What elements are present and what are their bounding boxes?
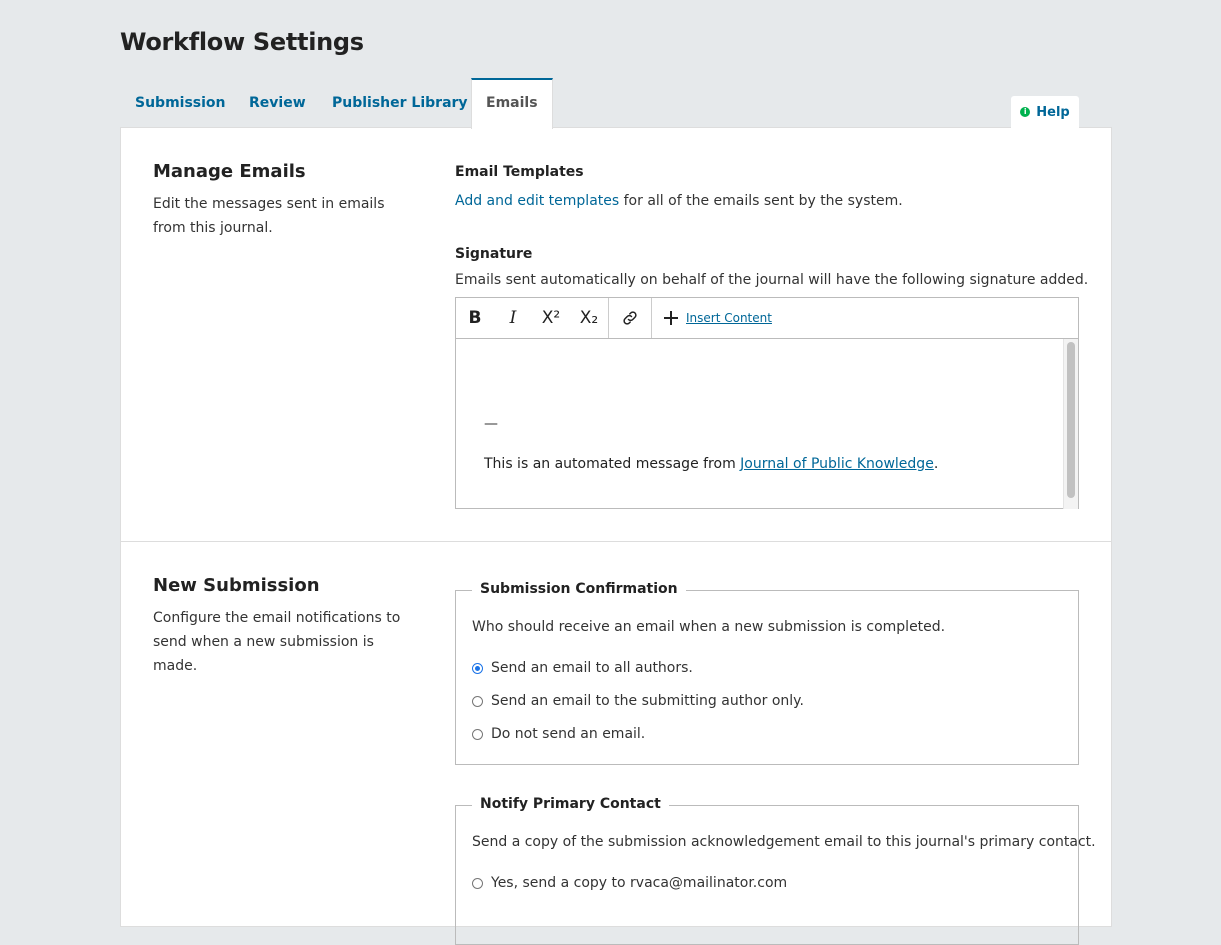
bold-icon: B xyxy=(468,308,482,328)
italic-icon: I xyxy=(509,308,517,328)
radio-button[interactable] xyxy=(472,695,483,707)
radio-button[interactable] xyxy=(472,662,483,674)
toolbar-divider xyxy=(651,298,652,338)
radio-option-all-authors[interactable]: Send an email to all authors. xyxy=(472,660,693,676)
notify-primary-contact-question: Send a copy of the submission acknowledg… xyxy=(472,834,1096,850)
insert-content-button[interactable]: Insert Content xyxy=(662,309,772,327)
signature-description: Emails sent automatically on behalf of t… xyxy=(455,272,1089,288)
new-submission-heading: New Submission xyxy=(153,575,320,596)
manage-emails-heading: Manage Emails xyxy=(153,161,306,182)
email-templates-suffix: for all of the emails sent by the system… xyxy=(619,193,903,209)
radio-label: Send an email to the submitting author o… xyxy=(491,693,804,709)
section-divider xyxy=(121,541,1111,542)
signature-editor[interactable]: B I X² X₂ Insert Content — This is an au… xyxy=(455,297,1079,509)
editor-toolbar: B I X² X₂ Insert Content xyxy=(456,298,1078,339)
radio-button[interactable] xyxy=(472,877,483,889)
tab-publisher-library[interactable]: Publisher Library xyxy=(332,78,468,128)
editor-content-area[interactable]: — This is an automated message from Jour… xyxy=(456,339,1078,509)
radio-option-no-email[interactable]: Do not send an email. xyxy=(472,726,645,742)
notify-primary-contact-fieldset: Notify Primary Contact Send a copy of th… xyxy=(455,796,1096,945)
edit-templates-link[interactable]: Add and edit templates xyxy=(455,193,619,209)
radio-option-submitting-author[interactable]: Send an email to the submitting author o… xyxy=(472,693,804,709)
email-templates-label: Email Templates xyxy=(455,164,584,180)
radio-label: Do not send an email. xyxy=(491,726,646,742)
submission-confirmation-question: Who should receive an email when a new s… xyxy=(472,619,946,635)
editor-scrollbar[interactable] xyxy=(1063,339,1078,509)
submission-confirmation-legend: Submission Confirmation xyxy=(472,581,686,597)
insert-content-label: Insert Content xyxy=(686,311,772,325)
journal-link[interactable]: Journal of Public Knowledge xyxy=(740,456,934,472)
tab-review[interactable]: Review xyxy=(249,78,306,128)
radio-option-send-copy[interactable]: Yes, send a copy to rvaca@mailinator.com xyxy=(472,875,787,891)
tab-submission[interactable]: Submission xyxy=(135,78,226,128)
signature-dash: — xyxy=(484,416,498,432)
info-icon: i xyxy=(1020,107,1031,117)
subscript-icon: X₂ xyxy=(579,308,599,328)
manage-emails-description: Edit the messages sent in emails from th… xyxy=(153,196,385,236)
signature-label: Signature xyxy=(455,246,533,262)
superscript-icon: X² xyxy=(541,308,561,328)
help-label: Help xyxy=(1036,104,1070,120)
superscript-button[interactable]: X² xyxy=(532,298,570,338)
email-templates-text: Add and edit templates for all of the em… xyxy=(455,193,903,209)
link-icon xyxy=(623,311,637,325)
page-title: Workflow Settings xyxy=(120,28,364,56)
signature-suffix: . xyxy=(933,456,939,472)
settings-panel: Manage Emails Edit the messages sent in … xyxy=(120,127,1112,945)
signature-prefix: This is an automated message from xyxy=(484,456,741,472)
notify-primary-contact-legend: Notify Primary Contact xyxy=(472,796,669,812)
plus-icon xyxy=(664,311,678,325)
submission-confirmation-fieldset: Submission Confirmation Who should recei… xyxy=(455,581,1079,765)
tab-emails[interactable]: Emails xyxy=(471,78,553,129)
radio-label: Yes, send a copy to rvaca@mailinator.com xyxy=(491,875,788,891)
radio-button[interactable] xyxy=(472,728,483,740)
bold-button[interactable]: B xyxy=(456,298,494,338)
help-button[interactable]: i Help xyxy=(1011,96,1079,128)
signature-message: This is an automated message from Journa… xyxy=(484,456,938,472)
tab-bar: Submission Review Publisher Library Emai… xyxy=(120,78,1112,129)
editor-scrollbar-thumb[interactable] xyxy=(1067,342,1075,498)
subscript-button[interactable]: X₂ xyxy=(570,298,608,338)
link-button[interactable] xyxy=(609,298,651,338)
italic-button[interactable]: I xyxy=(494,298,532,338)
radio-label: Send an email to all authors. xyxy=(491,660,693,676)
new-submission-description: Configure the email notifications to sen… xyxy=(153,610,401,674)
